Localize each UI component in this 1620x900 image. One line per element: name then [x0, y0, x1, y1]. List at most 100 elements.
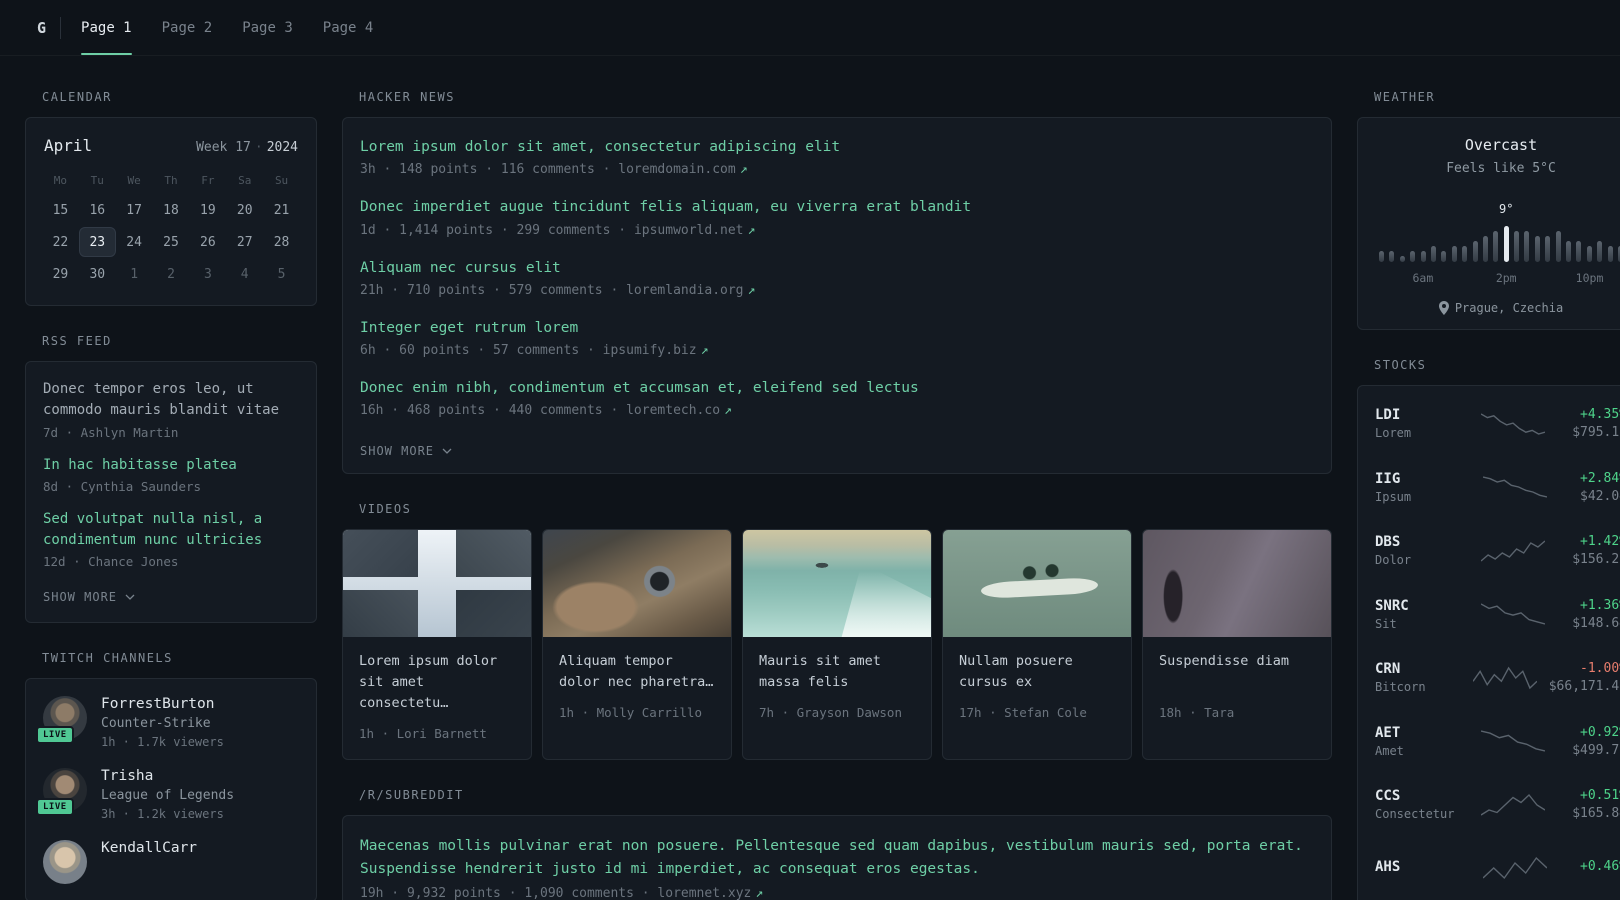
video-card[interactable]: Suspendisse diam 18h · Tara [1142, 529, 1332, 761]
hn-story-domain-link[interactable]: ipsumworld.net ↗ [634, 223, 755, 238]
tab-page-4[interactable]: Page 4 [323, 0, 374, 55]
stock-row[interactable]: IIG Ipsum +2.84% $42.04 [1375, 456, 1620, 520]
calendar-day: 1 [130, 266, 139, 282]
videos-widget: VIDEOS Lorem ipsum dolor sit amet consec… [342, 502, 1332, 761]
twitch-channel-category: Counter-Strike [101, 716, 211, 732]
calendar-day: 28 [273, 234, 290, 250]
videos-section-title: VIDEOS [359, 502, 412, 517]
calendar-card: April Week 17 · 2024 Mo Tu We Th Fr Sa Su … [25, 117, 317, 306]
weather-bar [1399, 256, 1405, 262]
twitch-channel-row[interactable]: LIVE ForrestBurton Counter-Strike 1h · 1… [36, 696, 299, 749]
calendar-separator-dot: · [254, 140, 263, 155]
stock-values: +0.51% $165.84 [1572, 788, 1620, 821]
stock-change: +1.36% [1580, 597, 1620, 613]
tab-page-1[interactable]: Page 1 [81, 0, 132, 55]
hn-story-domain-link[interactable]: ipsumify.biz ↗ [603, 343, 709, 358]
hn-show-more-button[interactable]: SHOW MORE [360, 444, 452, 458]
stock-sparkline [1483, 476, 1548, 498]
video-title: Aliquam tempor dolor nec pharetra… [559, 653, 714, 691]
rss-show-more-button[interactable]: SHOW MORE [43, 590, 135, 604]
stock-row[interactable]: DBS Dolor +1.42% $156.28 [1375, 519, 1620, 583]
video-card[interactable]: Mauris sit amet massa felis 7h · Grayson… [742, 529, 932, 761]
weather-bar [1534, 236, 1540, 262]
stock-symbol: AET [1375, 724, 1401, 741]
twitch-avatar-wrap: LIVE [36, 696, 87, 745]
tab-page-3[interactable]: Page 3 [242, 0, 293, 55]
twitch-channel-name: ForrestBurton [101, 696, 215, 713]
calendar-dow: We [127, 174, 141, 187]
stock-sparkline [1480, 793, 1545, 816]
subreddit-post-stats: 19h · 9,932 points · 1,090 comments · [360, 886, 650, 900]
weather-section-title: WEATHER [1374, 90, 1436, 104]
hn-story-link[interactable]: Lorem ipsum dolor sit amet, consectetur … [360, 137, 1314, 157]
twitch-channel-viewers: 1h · 1.7k viewers [101, 735, 224, 750]
hn-story-domain-link[interactable]: loremtech.co ↗ [626, 403, 732, 418]
subreddit-post-link[interactable]: Maecenas mollis pulvinar erat non posuer… [360, 835, 1314, 881]
calendar-week-label: Week 17 [196, 140, 251, 155]
hn-story-link[interactable]: Aliquam nec cursus elit [360, 258, 1314, 278]
video-meta: 1h · Molly Carrillo [559, 705, 702, 721]
hn-story-stats: 1d · 1,414 points · 299 comments · [360, 222, 627, 238]
twitch-channel-row[interactable]: LIVE Trisha League of Legends 3h · 1.2k … [36, 768, 299, 821]
hn-story-domain-link[interactable]: loremdomain.com ↗ [618, 162, 747, 177]
rss-item-link[interactable]: Donec tempor eros leo, ut commodo mauris… [43, 379, 299, 422]
video-card[interactable]: Aliquam tempor dolor nec pharetra… 1h · … [542, 529, 732, 761]
stock-id: AHS [1375, 859, 1467, 878]
twitch-channel-row[interactable]: KendallCarr [43, 840, 299, 885]
app-logo[interactable]: G [25, 0, 60, 55]
stock-row[interactable]: AET Amet +0.92% $499.72 [1375, 710, 1620, 774]
hackernews-card: Lorem ipsum dolor sit amet, consectetur … [342, 117, 1332, 475]
stock-row[interactable]: CRN Bitcorn -1.00% $66,171.48 [1375, 646, 1620, 710]
stocks-card: LDI Lorem +4.35% $795.18 IIG Ipsum [1357, 385, 1620, 900]
weather-bar [1607, 246, 1613, 262]
subreddit-widget: /R/SUBREDDIT Maecenas mollis pulvinar er… [342, 788, 1332, 900]
weather-bar [1524, 231, 1530, 262]
twitch-section-title: TWITCH CHANNELS [42, 651, 173, 666]
stock-change: -1.00% [1580, 661, 1620, 677]
twitch-channel-name: Trisha [101, 768, 154, 785]
stock-row[interactable]: LDI Lorem +4.35% $795.18 [1375, 392, 1620, 456]
external-link-icon: ↗ [755, 886, 764, 900]
rss-section-title: RSS FEED [42, 334, 112, 348]
hn-story-domain-link[interactable]: loremlandia.org ↗ [626, 283, 755, 298]
rss-item-link[interactable]: Sed volutpat nulla nisl, a condimentum n… [43, 509, 299, 552]
video-thumbnail [943, 530, 1131, 638]
video-card[interactable]: Lorem ipsum dolor sit amet consectetu… 1… [342, 529, 532, 761]
stock-symbol: SNRC [1375, 597, 1409, 614]
hn-story-link[interactable]: Donec imperdiet augue tincidunt felis al… [360, 197, 1314, 217]
weather-bar [1545, 236, 1551, 262]
hn-story-link[interactable]: Donec enim nibh, condimentum et accumsan… [360, 378, 1314, 398]
external-link-icon: ↗ [724, 403, 732, 419]
hn-story: Lorem ipsum dolor sit amet, consectetur … [360, 137, 1314, 177]
stock-change: +0.92% [1580, 724, 1620, 740]
subreddit-post-domain-link[interactable]: loremnet.xyz ↗ [657, 886, 763, 900]
tab-page-2[interactable]: Page 2 [162, 0, 213, 55]
stock-price: $148.64 [1572, 615, 1620, 631]
stock-row[interactable]: SNRC Sit +1.36% $148.64 [1375, 583, 1620, 647]
stock-change: +0.46% [1580, 859, 1620, 875]
weather-bar [1503, 226, 1509, 262]
stock-price: $42.04 [1580, 488, 1620, 504]
rss-item-link[interactable]: In hac habitasse platea [43, 455, 299, 476]
video-card[interactable]: Nullam posuere cursus ex 17h · Stefan Co… [942, 529, 1132, 761]
weather-bar [1462, 246, 1468, 262]
weather-temp-label: 9° [1498, 202, 1514, 216]
weather-hour-label: 6am [1412, 271, 1434, 285]
hn-story: Donec imperdiet augue tincidunt felis al… [360, 197, 1314, 237]
hn-story-link[interactable]: Integer eget rutrum lorem [360, 318, 1314, 338]
show-more-label: SHOW MORE [43, 590, 118, 605]
live-badge: LIVE [36, 726, 74, 745]
hn-story: Donec enim nibh, condimentum et accumsan… [360, 378, 1314, 418]
hn-story-domain: loremlandia.org [626, 282, 744, 298]
twitch-channel-info: ForrestBurton Counter-Strike 1h · 1.7k v… [101, 696, 224, 749]
stock-row[interactable]: CCS Consectetur +0.51% $165.84 [1375, 773, 1620, 837]
stock-row[interactable]: AHS +0.46% [1375, 837, 1620, 900]
stocks-section-title: STOCKS [1374, 358, 1427, 372]
chevron-down-icon [442, 449, 452, 455]
subreddit-card: Maecenas mollis pulvinar erat non posuer… [342, 815, 1332, 900]
video-thumbnail [743, 530, 931, 638]
rss-item: Sed volutpat nulla nisl, a condimentum n… [43, 509, 299, 570]
video-body: Nullam posuere cursus ex 17h · Stefan Co… [943, 637, 1131, 738]
calendar-day: 30 [89, 266, 106, 282]
rss-item: Donec tempor eros leo, ut commodo mauris… [43, 379, 299, 440]
